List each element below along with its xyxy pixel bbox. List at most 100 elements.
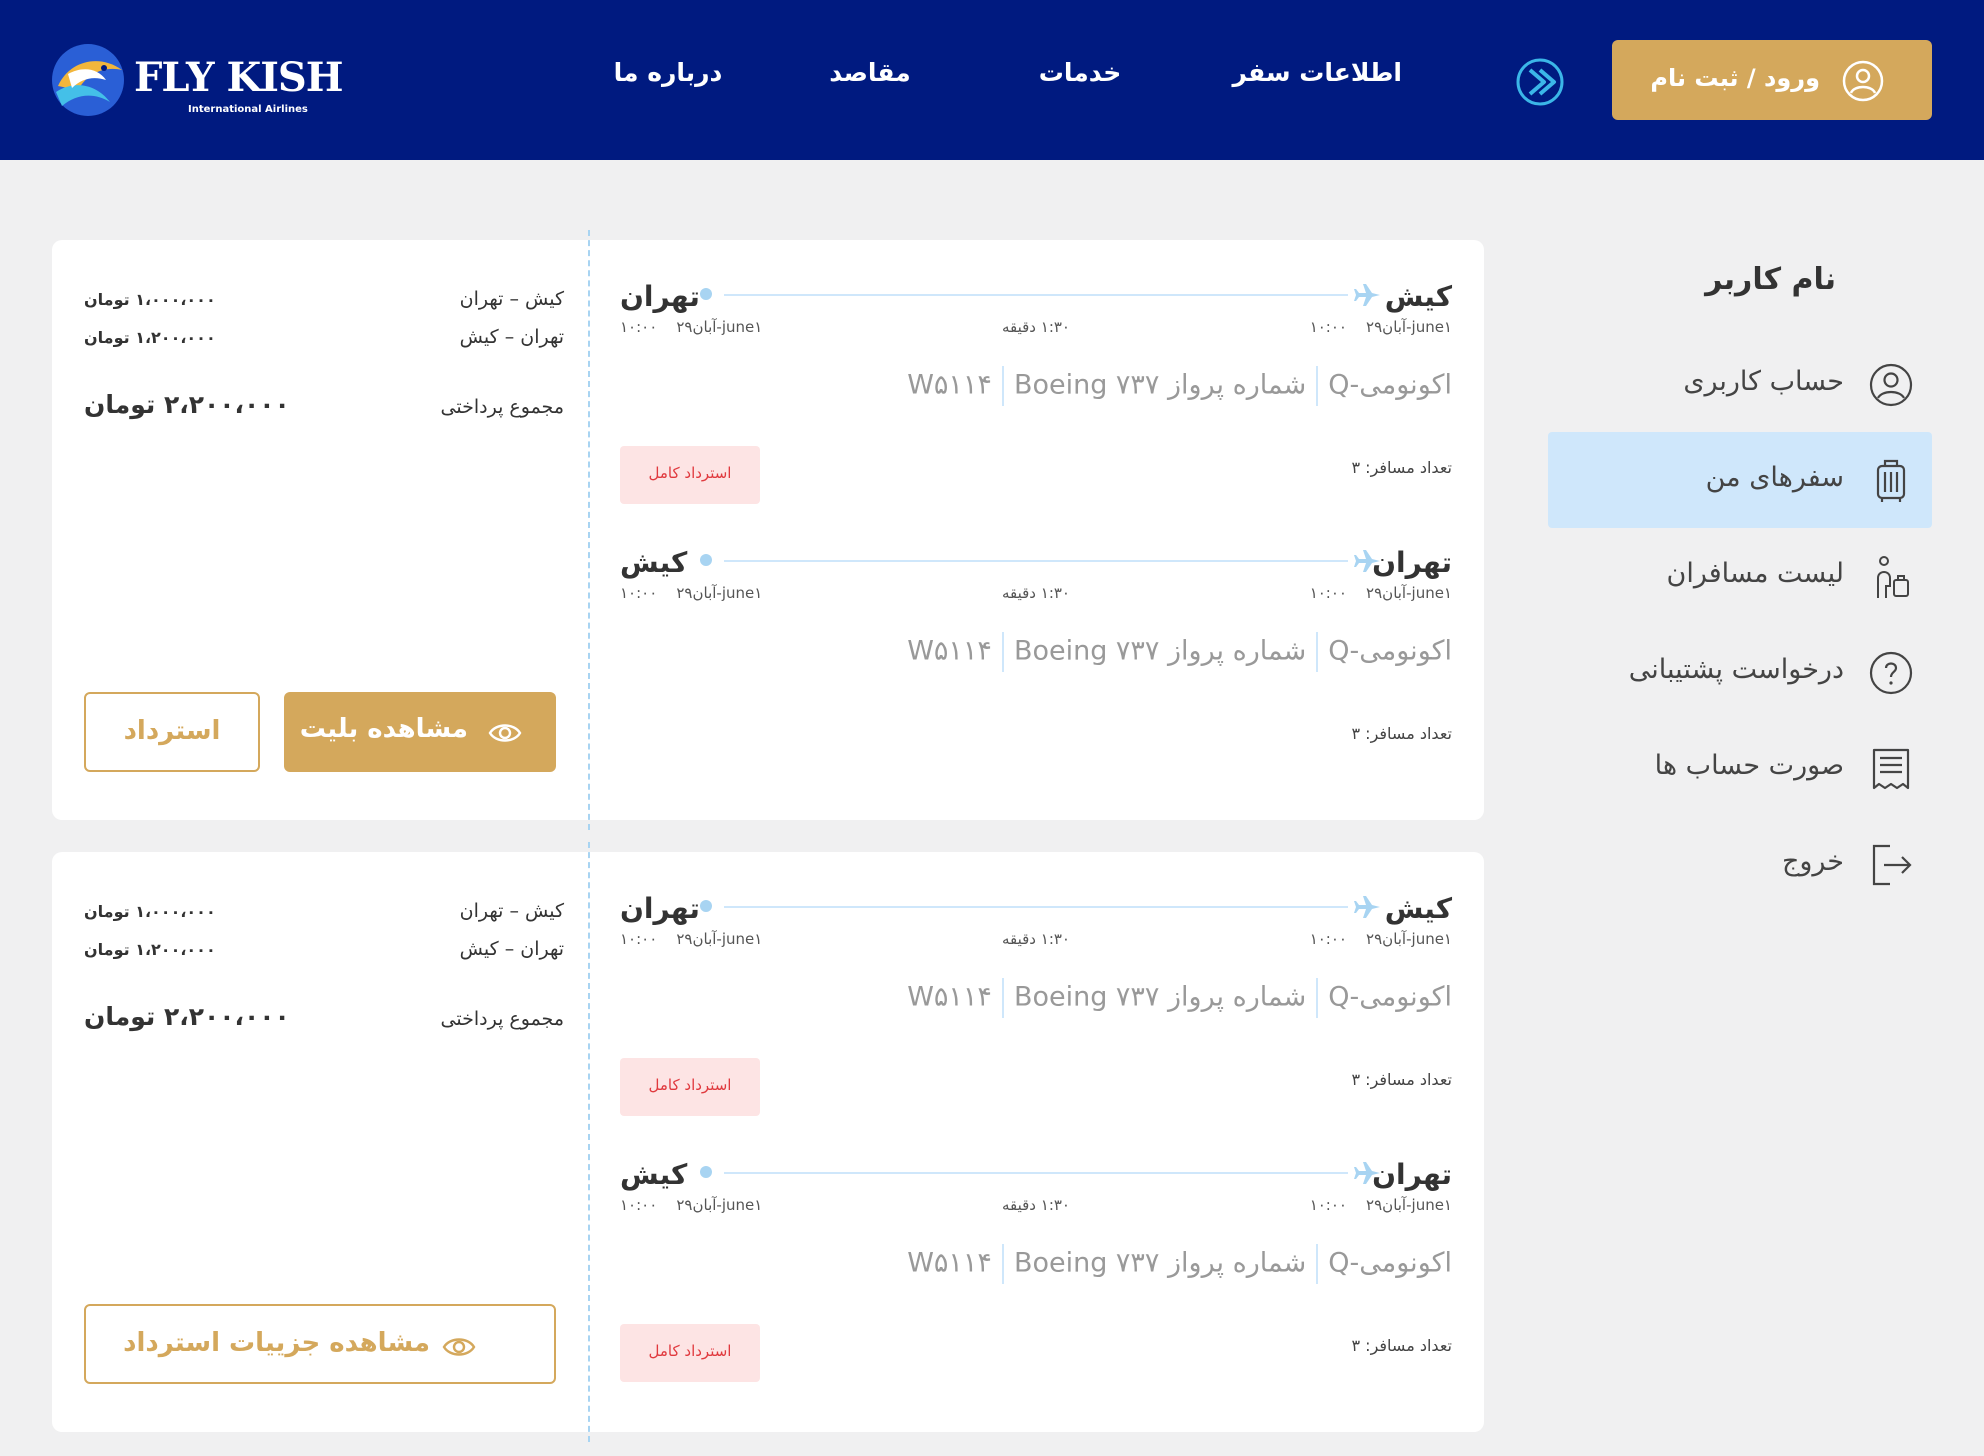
arrival-time: ۱۰:۰۰ ۲۹آبان-june۱ bbox=[620, 584, 762, 602]
flight-segment: تهران کیش ۱۰:۰۰ ۲۹آبان-june۱ ۱:۳۰ دقیقه … bbox=[620, 1148, 1452, 1414]
route-line bbox=[724, 906, 1348, 908]
sidebar-item-my-trips[interactable]: سفرهای من bbox=[1548, 432, 1932, 528]
flight-details: اکونومی-Qشماره پرواز W۵۱۱۴Boeing ۷۳۷ bbox=[907, 1244, 1452, 1284]
nav-destinations[interactable]: مقاصد bbox=[820, 58, 920, 87]
separator bbox=[1316, 978, 1319, 1018]
origin-city: تهران bbox=[1372, 1158, 1452, 1191]
arrival-time-value: ۱۰:۰۰ bbox=[620, 930, 658, 948]
aircraft-type: Boeing ۷۳۷ bbox=[1013, 635, 1160, 667]
refund-button[interactable]: استرداد bbox=[84, 692, 260, 772]
refund-label: استرداد bbox=[123, 716, 221, 746]
destination-dot bbox=[700, 1166, 712, 1178]
sidebar-username: نام کاربر bbox=[1705, 262, 1836, 297]
eye-icon bbox=[442, 1338, 476, 1356]
sidebar-item-logout[interactable]: خروج bbox=[1548, 816, 1932, 912]
status-badge: استرداد کامل bbox=[620, 1058, 760, 1116]
logo-tagline: International Airlines bbox=[188, 104, 308, 115]
arrival-time-value: ۱۰:۰۰ bbox=[620, 318, 658, 336]
eye-icon bbox=[488, 724, 522, 742]
plane-icon bbox=[1354, 550, 1380, 572]
login-register-button[interactable]: ورود / ثبت نام bbox=[1612, 40, 1932, 120]
total-value: ۲،۲۰۰،۰۰۰ تومان bbox=[84, 390, 290, 419]
arrival-date: ۲۹آبان-june۱ bbox=[676, 930, 763, 948]
flight-details: اکونومی-Qشماره پرواز W۵۱۱۴Boeing ۷۳۷ bbox=[907, 366, 1452, 406]
flight-details: اکونومی-Qشماره پرواز W۵۱۱۴Boeing ۷۳۷ bbox=[907, 978, 1452, 1018]
total-value: ۲،۲۰۰،۰۰۰ تومان bbox=[84, 1002, 290, 1031]
user-icon bbox=[1842, 60, 1884, 102]
sidebar-item-support[interactable]: درخواست پشتیبانی bbox=[1548, 624, 1932, 720]
separator bbox=[1316, 366, 1319, 406]
summary-price: ۱،۰۰۰،۰۰۰ تومان bbox=[84, 902, 216, 921]
flight-segment: کیش تهران ۱۰:۰۰ ۲۹آبان-june۱ ۱:۳۰ دقیقه … bbox=[620, 270, 1452, 536]
total-label: مجموع پرداختی bbox=[440, 396, 564, 418]
destination-city: کیش bbox=[620, 546, 688, 579]
summary-route: تهران – کیش bbox=[459, 938, 564, 960]
trip-card: کیش – تهران ۱،۰۰۰،۰۰۰ تومان تهران – کیش … bbox=[52, 842, 1484, 1442]
arrival-time-value: ۱۰:۰۰ bbox=[620, 584, 658, 602]
destination-dot bbox=[700, 900, 712, 912]
trip-card: کیش – تهران ۱،۰۰۰،۰۰۰ تومان تهران – کیش … bbox=[52, 230, 1484, 830]
passenger-count: تعداد مسافر: ۳ bbox=[1351, 458, 1453, 477]
origin-city: کیش bbox=[1384, 892, 1452, 925]
status-badge: استرداد کامل bbox=[620, 446, 760, 504]
origin-city: تهران bbox=[1372, 546, 1452, 579]
plane-icon bbox=[1354, 896, 1380, 918]
circle-arrow-icon[interactable] bbox=[1514, 56, 1566, 108]
total-label: مجموع پرداختی bbox=[440, 1008, 564, 1030]
passenger-count: تعداد مسافر: ۳ bbox=[1351, 1336, 1453, 1355]
login-register-label: ورود / ثبت نام bbox=[1650, 64, 1820, 92]
receipt-icon bbox=[1872, 748, 1910, 790]
arrival-date: ۲۹آبان-june۱ bbox=[676, 318, 763, 336]
summary-price: ۱،۲۰۰،۰۰۰ تومان bbox=[84, 940, 216, 959]
destination-dot bbox=[700, 288, 712, 300]
flight-details: اکونومی-Qشماره پرواز W۵۱۱۴Boeing ۷۳۷ bbox=[907, 632, 1452, 672]
destination-city: تهران bbox=[620, 892, 700, 925]
separator bbox=[1001, 366, 1004, 406]
summary-route: کیش – تهران bbox=[459, 288, 564, 310]
fly-kish-logo[interactable]: FLY KISH International Airlines bbox=[48, 40, 344, 126]
view-ticket-label: مشاهده بلیت bbox=[299, 714, 468, 744]
cabin-class: اکونومی-Q bbox=[1328, 635, 1452, 667]
nav-services[interactable]: خدمات bbox=[1030, 58, 1130, 87]
nav-about[interactable]: درباره ما bbox=[604, 58, 732, 87]
traveler-icon bbox=[1877, 556, 1909, 598]
question-circle-icon bbox=[1869, 651, 1913, 695]
arrival-time-value: ۱۰:۰۰ bbox=[620, 1196, 658, 1214]
status-badge-label: استرداد کامل bbox=[648, 464, 732, 482]
arrival-time: ۱۰:۰۰ ۲۹آبان-june۱ bbox=[620, 318, 762, 336]
summary-price: ۱،۲۰۰،۰۰۰ تومان bbox=[84, 328, 216, 347]
passenger-count: تعداد مسافر: ۳ bbox=[1351, 724, 1453, 743]
separator bbox=[1316, 1244, 1319, 1284]
logo-wordmark: FLY KISH bbox=[134, 54, 344, 101]
sidebar-item-label: حساب کاربری bbox=[1683, 366, 1844, 397]
arrival-time: ۱۰:۰۰ ۲۹آبان-june۱ bbox=[620, 930, 762, 948]
sidebar-item-label: صورت حساب ها bbox=[1654, 750, 1844, 781]
top-header: FLY KISH International Airlines درباره م… bbox=[0, 0, 1984, 160]
summary-route: کیش – تهران bbox=[459, 900, 564, 922]
cabin-class: اکونومی-Q bbox=[1328, 1247, 1452, 1279]
aircraft-type: Boeing ۷۳۷ bbox=[1013, 981, 1160, 1013]
plane-icon bbox=[1354, 284, 1380, 306]
sidebar-item-invoices[interactable]: صورت حساب ها bbox=[1548, 720, 1932, 816]
plane-icon bbox=[1354, 1162, 1380, 1184]
sidebar-item-label: خروج bbox=[1781, 846, 1844, 877]
status-badge: استرداد کامل bbox=[620, 1324, 760, 1382]
status-badge-label: استرداد کامل bbox=[648, 1342, 732, 1360]
nav-travel-info[interactable]: اطلاعات سفر bbox=[1232, 58, 1402, 87]
separator bbox=[1316, 632, 1319, 672]
route-line bbox=[724, 294, 1348, 296]
luggage-icon bbox=[1876, 459, 1906, 502]
status-badge-label: استرداد کامل bbox=[648, 1076, 732, 1094]
view-ticket-button[interactable]: مشاهده بلیت bbox=[284, 692, 556, 772]
view-refund-details-button[interactable]: مشاهده جزییات استرداد bbox=[84, 1304, 556, 1384]
sidebar-item-account[interactable]: حساب کاربری bbox=[1548, 336, 1932, 432]
ticket-divider bbox=[588, 230, 590, 830]
sidebar-item-passengers[interactable]: لیست مسافران bbox=[1548, 528, 1932, 624]
arrival-date: ۲۹آبان-june۱ bbox=[676, 584, 763, 602]
origin-city: کیش bbox=[1384, 280, 1452, 313]
user-circle-icon bbox=[1869, 363, 1913, 407]
aircraft-type: Boeing ۷۳۷ bbox=[1013, 1247, 1160, 1279]
destination-dot bbox=[700, 554, 712, 566]
summary-route: تهران – کیش bbox=[459, 326, 564, 348]
separator bbox=[1001, 1244, 1004, 1284]
